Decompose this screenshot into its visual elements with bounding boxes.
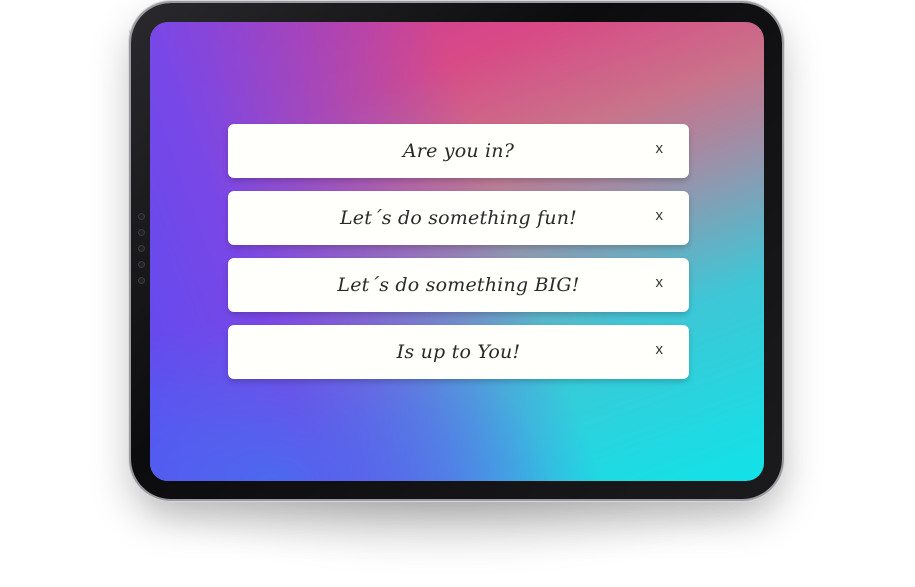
notification-card[interactable]: Let´s do something BIG! x	[228, 258, 689, 312]
sensor-dot	[138, 213, 145, 220]
sensor-dot	[138, 261, 145, 268]
notification-message: Are you in?	[402, 140, 515, 162]
notification-card[interactable]: Are you in? x	[228, 124, 689, 178]
close-icon[interactable]: x	[652, 258, 668, 308]
notification-message: Is up to You!	[396, 341, 521, 363]
close-icon[interactable]: x	[652, 325, 668, 375]
notification-list: Are you in? x Let´s do something fun! x …	[228, 124, 689, 392]
notification-message: Let´s do something BIG!	[337, 274, 580, 296]
close-icon[interactable]: x	[652, 191, 668, 241]
tablet-screen: Are you in? x Let´s do something fun! x …	[150, 22, 764, 481]
device-mockup: Are you in? x Let´s do something fun! x …	[0, 0, 915, 587]
close-icon[interactable]: x	[652, 124, 668, 174]
sensor-dot	[138, 277, 145, 284]
notification-message: Let´s do something fun!	[339, 207, 577, 229]
sensor-dot	[138, 229, 145, 236]
notification-card[interactable]: Is up to You! x	[228, 325, 689, 379]
camera-sensors	[138, 213, 146, 293]
camera-lens	[138, 245, 145, 252]
notification-card[interactable]: Let´s do something fun! x	[228, 191, 689, 245]
